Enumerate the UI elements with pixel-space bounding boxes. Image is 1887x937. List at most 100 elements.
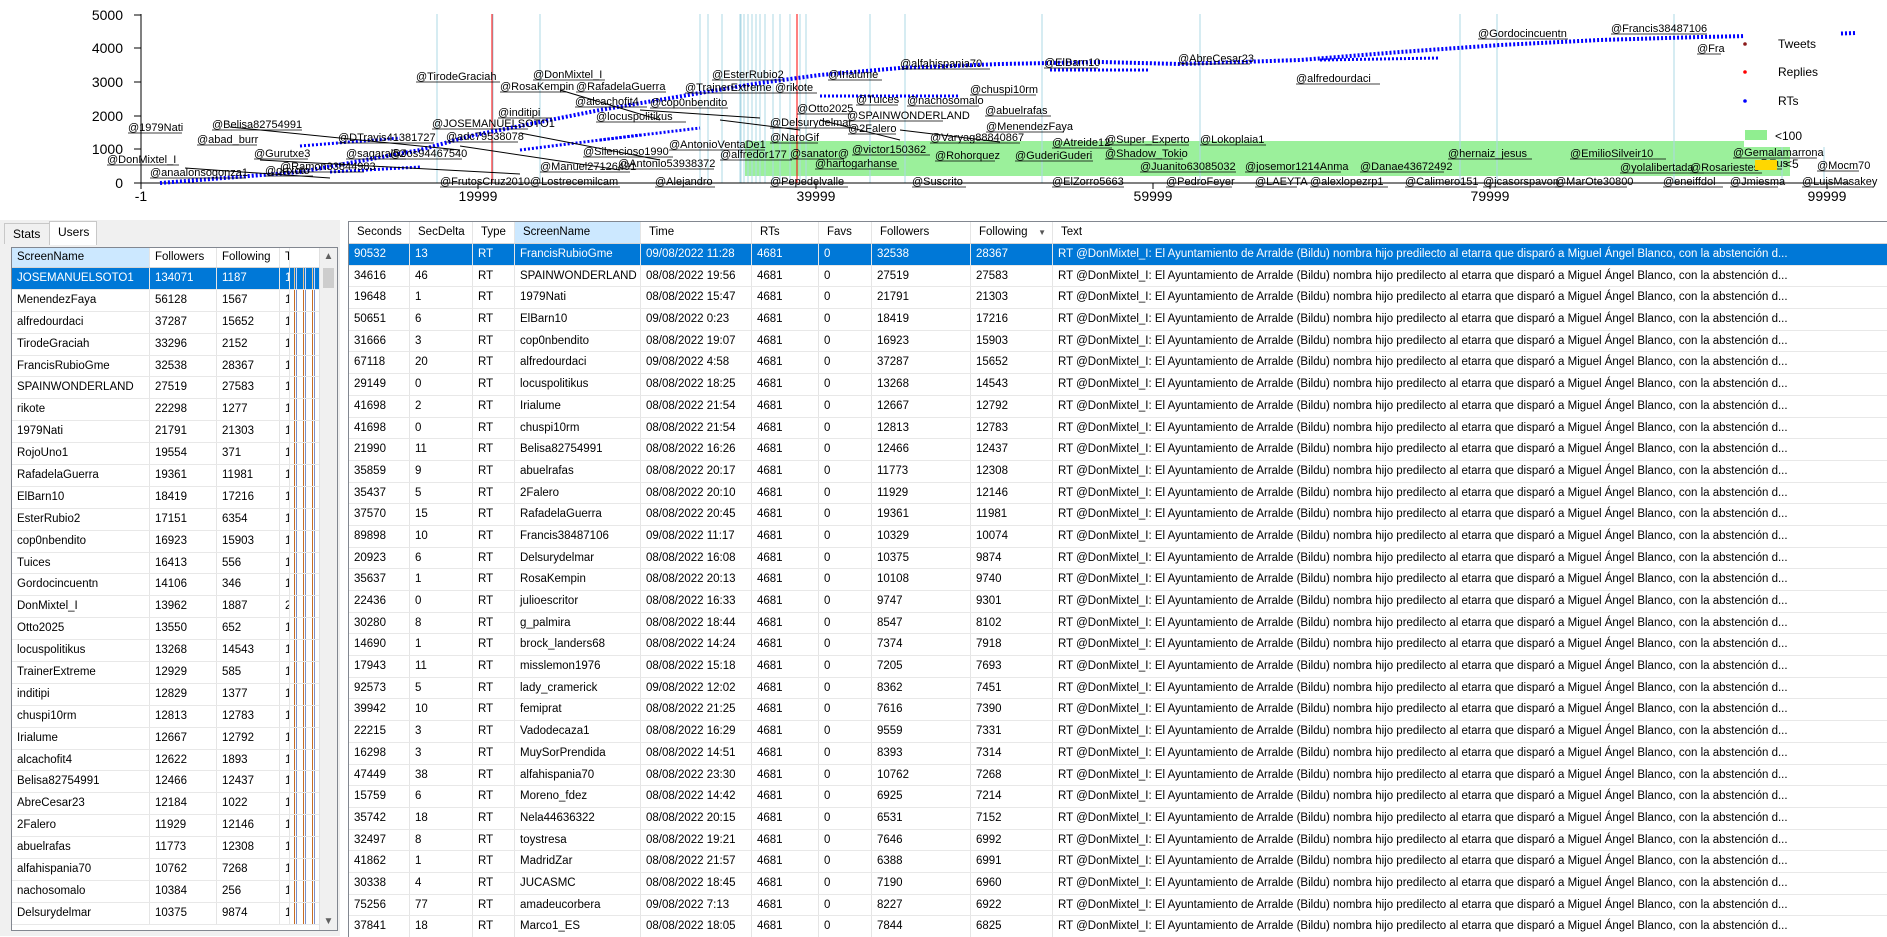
table-row[interactable]: 50651 6 RT ElBarn10 09/08/2022 0:23 4681 0 1841… [349, 309, 1887, 331]
table-row[interactable]: cop0nbendito16923159031 [12, 530, 337, 553]
table-row[interactable]: 67118 20 RT alfredourdaci 09/08/2022 4:58 468… [349, 352, 1887, 375]
table-row[interactable]: ElBarn1018419172161 [12, 486, 337, 509]
table-row[interactable]: AbreCesar231218410221 [12, 793, 337, 816]
cell-text: RT @DonMixtel_I: El Ayuntamiento de Arra… [1053, 331, 1887, 353]
table-row[interactable]: Gordocincuentn141063461 [12, 574, 337, 597]
table-row[interactable]: FrancisRubioGme32538283671 [12, 355, 337, 378]
table-row[interactable]: Irialume12667127921 [12, 727, 337, 750]
table-row[interactable]: 29149 0 RT locuspolitikus 08/08/2022 18:25 46… [349, 374, 1887, 396]
table-row[interactable]: Tuices164135561 [12, 552, 337, 575]
table-row[interactable]: SPAINWONDERLAND27519275831 [12, 377, 337, 400]
table-row[interactable]: alcachofit41262218931 [12, 749, 337, 772]
cell-rts: 4681 [752, 504, 819, 526]
table-row[interactable]: alfahispania701076272681 [12, 859, 337, 881]
column-header-text[interactable]: Text [1053, 222, 1887, 243]
table-row[interactable]: 35637 1 RT RosaKempin 08/08/2022 20:13 4681 0 1… [349, 569, 1887, 591]
annotation-label: @Francis38487106 [1611, 23, 1707, 35]
table-row[interactable]: 16298 3 RT MuySorPrendida 08/08/2022 14:51 46… [349, 742, 1887, 765]
table-row[interactable]: 41862 1 RT MadridZar 08/08/2022 21:57 4681 0 63… [349, 851, 1887, 873]
table-row[interactable]: RafadelaGuerra19361119811 [12, 465, 337, 487]
table-row[interactable]: 32497 8 RT toystresa 08/08/2022 19:21 4681 0 76… [349, 829, 1887, 852]
table-row[interactable]: locuspolitikus13268145431 [12, 640, 337, 663]
table-row[interactable]: abuelrafas11773123081 [12, 837, 337, 860]
cell-rts: 4681 [752, 439, 819, 461]
table-row[interactable]: Delsurydelmar1037598741 [12, 902, 337, 925]
table-row[interactable]: 34616 46 RT SPAINWONDERLAND 08/08/2022 19:56… [349, 265, 1887, 288]
table-row[interactable]: 31666 3 RT cop0nbendito 08/08/2022 19:07 4681… [349, 330, 1887, 353]
table-row[interactable]: Belisa8275499112466124371 [12, 771, 337, 794]
table-row[interactable]: TirodeGraciah3329621521 [12, 333, 337, 356]
cell-following: 1887 [217, 596, 280, 619]
column-header-type[interactable]: Type [473, 222, 515, 243]
cell-followers: 18419 [150, 486, 217, 509]
table-row[interactable]: 47449 38 RT alfahispania70 08/08/2022 23:30 4… [349, 764, 1887, 787]
table-row[interactable]: 22215 3 RT Vadodecaza1 08/08/2022 16:29 4681 0… [349, 721, 1887, 743]
column-header-secdelta[interactable]: SecDelta [410, 222, 473, 243]
cell-secdelta: 5 [410, 482, 473, 505]
table-row[interactable]: inditipi1282913771 [12, 683, 337, 706]
table-row[interactable]: 1979Nati21791213031 [12, 421, 337, 444]
scroll-up-icon[interactable]: ▲ [320, 248, 337, 265]
table-row[interactable]: 37841 18 RT Marco1_ES 08/08/2022 18:05 4681 0 7… [349, 916, 1887, 937]
table-row[interactable]: 17943 11 RT misslemon1976 08/08/2022 15:18 46… [349, 656, 1887, 678]
column-header-following[interactable]: Following ▼ [971, 222, 1053, 243]
table-row[interactable]: JOSEMANUELSOTO113407111871 [12, 268, 337, 290]
table-row[interactable]: 30280 8 RT g_palmira 08/08/2022 18:44 4681 0 85… [349, 612, 1887, 635]
table-row[interactable]: 30338 4 RT JUCASMC 08/08/2022 18:45 4681 0 7190… [349, 872, 1887, 895]
table-row[interactable]: 41698 0 RT chuspi10rm 08/08/2022 21:54 4681 0 1… [349, 417, 1887, 440]
table-row[interactable]: 20923 6 RT Delsurydelmar 08/08/2022 16:08 468… [349, 547, 1887, 570]
table-row[interactable]: 75256 77 RT amadeucorbera 09/08/2022 7:13 468… [349, 894, 1887, 917]
table-row[interactable]: rikote2229812771 [12, 399, 337, 422]
table-row[interactable]: chuspi10rm12813127831 [12, 705, 337, 728]
scroll-down-icon[interactable]: ▼ [320, 913, 337, 930]
cell-screenname: Otto2025 [12, 618, 150, 641]
table-row[interactable]: 14690 1 RT brock_landers68 08/08/2022 14:24 4… [349, 634, 1887, 657]
cell-following: 11981 [217, 465, 280, 487]
table-row[interactable]: DonMixtel_I1396218872 [12, 596, 337, 619]
column-header-screenname[interactable]: ScreenName [12, 248, 150, 267]
table-row[interactable]: 19648 1 RT 1979Nati 08/08/2022 15:47 4681 0 217… [349, 287, 1887, 310]
table-row[interactable]: 35437 5 RT 2Falero 08/08/2022 20:10 4681 0 1192… [349, 482, 1887, 505]
scroll-thumb[interactable] [323, 268, 334, 288]
annotation-label: @alfahispania70 [900, 58, 982, 70]
cell-following: 7451 [971, 677, 1053, 700]
table-row[interactable]: EsterRubio21715163541 [12, 508, 337, 531]
table-row[interactable]: 89898 10 RT Francis38487106 09/08/2022 11:17… [349, 525, 1887, 548]
column-header-screenname[interactable]: ScreenName [515, 222, 641, 243]
cell-seconds: 30338 [349, 872, 410, 895]
table-row[interactable]: 41698 2 RT Irialume 08/08/2022 21:54 4681 0 126… [349, 395, 1887, 418]
table-row[interactable]: 15759 6 RT Moreno_fdez 08/08/2022 14:42 4681 0… [349, 786, 1887, 808]
column-header-followers[interactable]: Followers [150, 248, 217, 267]
table-row[interactable]: 92573 5 RT lady_cramerick 09/08/2022 12:02 46… [349, 677, 1887, 700]
table-row[interactable]: 21990 11 RT Belisa82754991 08/08/2022 16:26 4… [349, 439, 1887, 461]
table-row[interactable]: 37570 15 RT RafadelaGuerra 08/08/2022 20:45 4… [349, 504, 1887, 526]
table-row[interactable]: 22436 0 RT julioescritor 08/08/2022 16:33 468… [349, 591, 1887, 613]
column-header-following[interactable]: Following [217, 248, 280, 267]
table-row[interactable]: alfredourdaci37287156521 [12, 311, 337, 334]
table-row[interactable]: 39942 10 RT femiprat 08/08/2022 21:25 4681 0 76… [349, 699, 1887, 722]
table-row[interactable]: 35859 9 RT abuelrafas 08/08/2022 20:17 4681 0 1… [349, 460, 1887, 483]
table-row[interactable]: 35742 18 RT Nela44636322 08/08/2022 20:15 468… [349, 807, 1887, 830]
column-header-followers[interactable]: Followers [872, 222, 971, 243]
table-row[interactable]: Otto2025135506521 [12, 618, 337, 641]
column-header-t[interactable]: T [280, 248, 290, 267]
table-row[interactable]: RojoUno1195543711 [12, 443, 337, 466]
table-row[interactable]: 2Falero11929121461 [12, 815, 337, 838]
table-row[interactable]: TrainerExtreme129295851 [12, 662, 337, 684]
cell-followers: 11773 [150, 837, 217, 860]
column-header-favs[interactable]: Favs [819, 222, 872, 243]
column-header-rts[interactable]: RTs [752, 222, 819, 243]
tab-stats[interactable]: Stats [4, 223, 50, 244]
column-header-extra[interactable] [290, 248, 320, 267]
table-row[interactable]: nachosomalo103842561 [12, 880, 337, 903]
cell-time: 08/08/2022 16:26 [641, 439, 752, 461]
users-grid-scrollbar[interactable]: ▲ ▼ [319, 248, 337, 930]
table-row[interactable]: 90532 13 RT FrancisRubioGme 09/08/2022 11:28… [349, 244, 1887, 266]
column-header-time[interactable]: Time [641, 222, 752, 243]
column-header-seconds[interactable]: Seconds [349, 222, 410, 243]
annotation-label: @Lostrecemilcam [530, 176, 618, 188]
cell-t: 1 [280, 683, 290, 706]
table-row[interactable]: MenendezFaya5612815671 [12, 289, 337, 312]
annotation-label: @rikote [775, 82, 813, 94]
tab-users[interactable]: Users [49, 221, 97, 245]
